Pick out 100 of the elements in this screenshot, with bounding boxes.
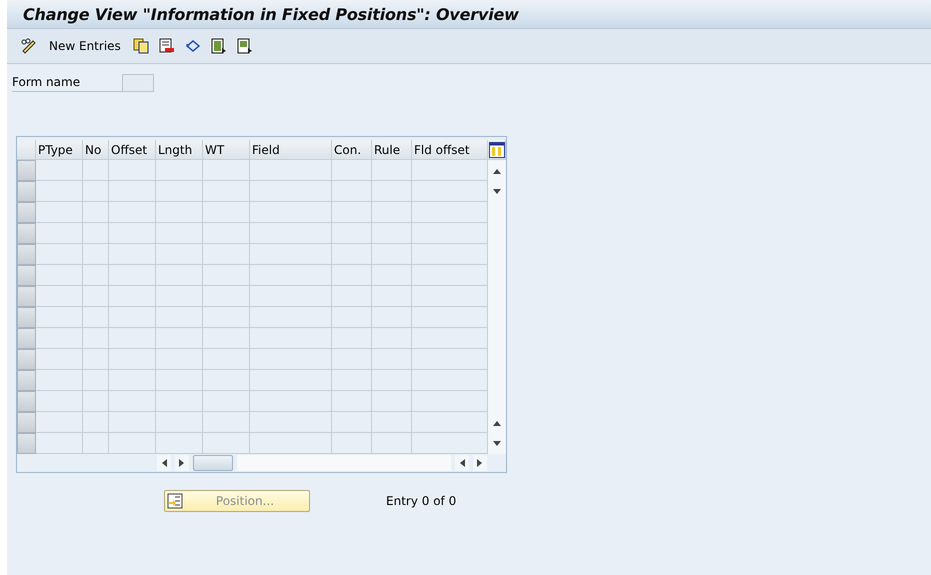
scroll-up-icon[interactable] (493, 168, 501, 174)
table-cell[interactable] (203, 349, 250, 370)
row-selector[interactable] (17, 349, 36, 370)
copy-icon[interactable] (130, 36, 151, 56)
table-cell[interactable] (36, 391, 83, 412)
row-selector[interactable] (17, 412, 36, 433)
table-cell[interactable] (332, 160, 372, 181)
scroll-right-icon[interactable] (179, 459, 185, 467)
column-header[interactable]: WT (203, 140, 250, 160)
table-cell[interactable] (372, 328, 412, 349)
scroll-down-icon[interactable] (493, 440, 501, 446)
table-cell[interactable] (250, 286, 332, 307)
table-cell[interactable] (332, 202, 372, 223)
table-cell[interactable] (203, 286, 250, 307)
table-cell[interactable] (109, 307, 156, 328)
table-cell[interactable] (109, 349, 156, 370)
table-cell[interactable] (250, 181, 332, 202)
table-cell[interactable] (372, 244, 412, 265)
table-cell[interactable] (203, 160, 250, 181)
row-selector[interactable] (17, 160, 36, 181)
table-cell[interactable] (203, 328, 250, 349)
table-cell[interactable] (332, 307, 372, 328)
row-selector[interactable] (17, 202, 36, 223)
table-cell[interactable] (109, 265, 156, 286)
table-cell[interactable] (109, 412, 156, 433)
table-cell[interactable] (203, 181, 250, 202)
row-selector[interactable] (17, 286, 36, 307)
table-cell[interactable] (109, 370, 156, 391)
table-cell[interactable] (250, 202, 332, 223)
table-cell[interactable] (83, 286, 109, 307)
table-cell[interactable] (156, 202, 203, 223)
row-selector[interactable] (17, 391, 36, 412)
table-cell[interactable] (156, 160, 203, 181)
table-cell[interactable] (250, 328, 332, 349)
table-cell[interactable] (83, 391, 109, 412)
table-cell[interactable] (156, 391, 203, 412)
table-cell[interactable] (36, 181, 83, 202)
table-cell[interactable] (372, 370, 412, 391)
row-selector[interactable] (17, 181, 36, 202)
table-cell[interactable] (36, 349, 83, 370)
row-selector[interactable] (17, 265, 36, 286)
select-all-header[interactable] (17, 140, 36, 160)
table-cell[interactable] (332, 265, 372, 286)
row-selector[interactable] (17, 370, 36, 391)
column-header[interactable]: PType (36, 140, 83, 160)
table-cell[interactable] (250, 370, 332, 391)
table-cell[interactable] (372, 223, 412, 244)
table-cell[interactable] (36, 370, 83, 391)
table-cell[interactable] (36, 223, 83, 244)
scrollbar-track[interactable] (237, 455, 451, 471)
table-cell[interactable] (203, 265, 250, 286)
table-cell[interactable] (83, 160, 109, 181)
scrollbar-segment[interactable] (488, 433, 506, 454)
new-entries-button[interactable]: New Entries (45, 35, 125, 57)
table-cell[interactable] (109, 433, 156, 454)
table-cell[interactable] (372, 433, 412, 454)
scroll-down-icon[interactable] (493, 188, 501, 194)
table-cell[interactable] (203, 202, 250, 223)
table-cell[interactable] (203, 412, 250, 433)
scrollbar-segment[interactable] (488, 160, 506, 181)
table-cell[interactable] (332, 223, 372, 244)
table-cell[interactable] (156, 223, 203, 244)
column-header[interactable]: Fld offset (412, 140, 488, 160)
row-selector[interactable] (17, 244, 36, 265)
table-cell[interactable] (156, 412, 203, 433)
table-cell[interactable] (36, 307, 83, 328)
table-cell[interactable] (83, 223, 109, 244)
table-cell[interactable] (372, 265, 412, 286)
row-selector[interactable] (17, 433, 36, 454)
table-cell[interactable] (36, 244, 83, 265)
table-cell[interactable] (203, 223, 250, 244)
table-cell[interactable] (203, 370, 250, 391)
table-cell[interactable] (332, 328, 372, 349)
column-header[interactable]: Con. (332, 140, 372, 160)
table-cell[interactable] (250, 412, 332, 433)
table-cell[interactable] (83, 307, 109, 328)
table-cell[interactable] (36, 412, 83, 433)
scrollbar-thumb[interactable] (193, 455, 233, 471)
table-cell[interactable] (372, 349, 412, 370)
table-cell[interactable] (250, 307, 332, 328)
table-cell[interactable] (332, 181, 372, 202)
table-cell[interactable] (83, 370, 109, 391)
table-cell[interactable] (83, 412, 109, 433)
table-cell[interactable] (156, 244, 203, 265)
table-cell[interactable] (203, 307, 250, 328)
table-cell[interactable] (109, 223, 156, 244)
table-cell[interactable] (372, 412, 412, 433)
table-cell[interactable] (83, 181, 109, 202)
table-cell[interactable] (109, 181, 156, 202)
table-cell[interactable] (372, 391, 412, 412)
column-header[interactable]: Rule (372, 140, 412, 160)
scroll-right-icon[interactable] (477, 459, 483, 467)
table-cell[interactable] (156, 181, 203, 202)
table-cell[interactable] (250, 349, 332, 370)
table-cell[interactable] (250, 223, 332, 244)
table-cell[interactable] (332, 286, 372, 307)
table-cell[interactable] (83, 244, 109, 265)
scroll-up-icon[interactable] (493, 420, 501, 426)
table-cell[interactable] (109, 202, 156, 223)
table-cell[interactable] (156, 370, 203, 391)
